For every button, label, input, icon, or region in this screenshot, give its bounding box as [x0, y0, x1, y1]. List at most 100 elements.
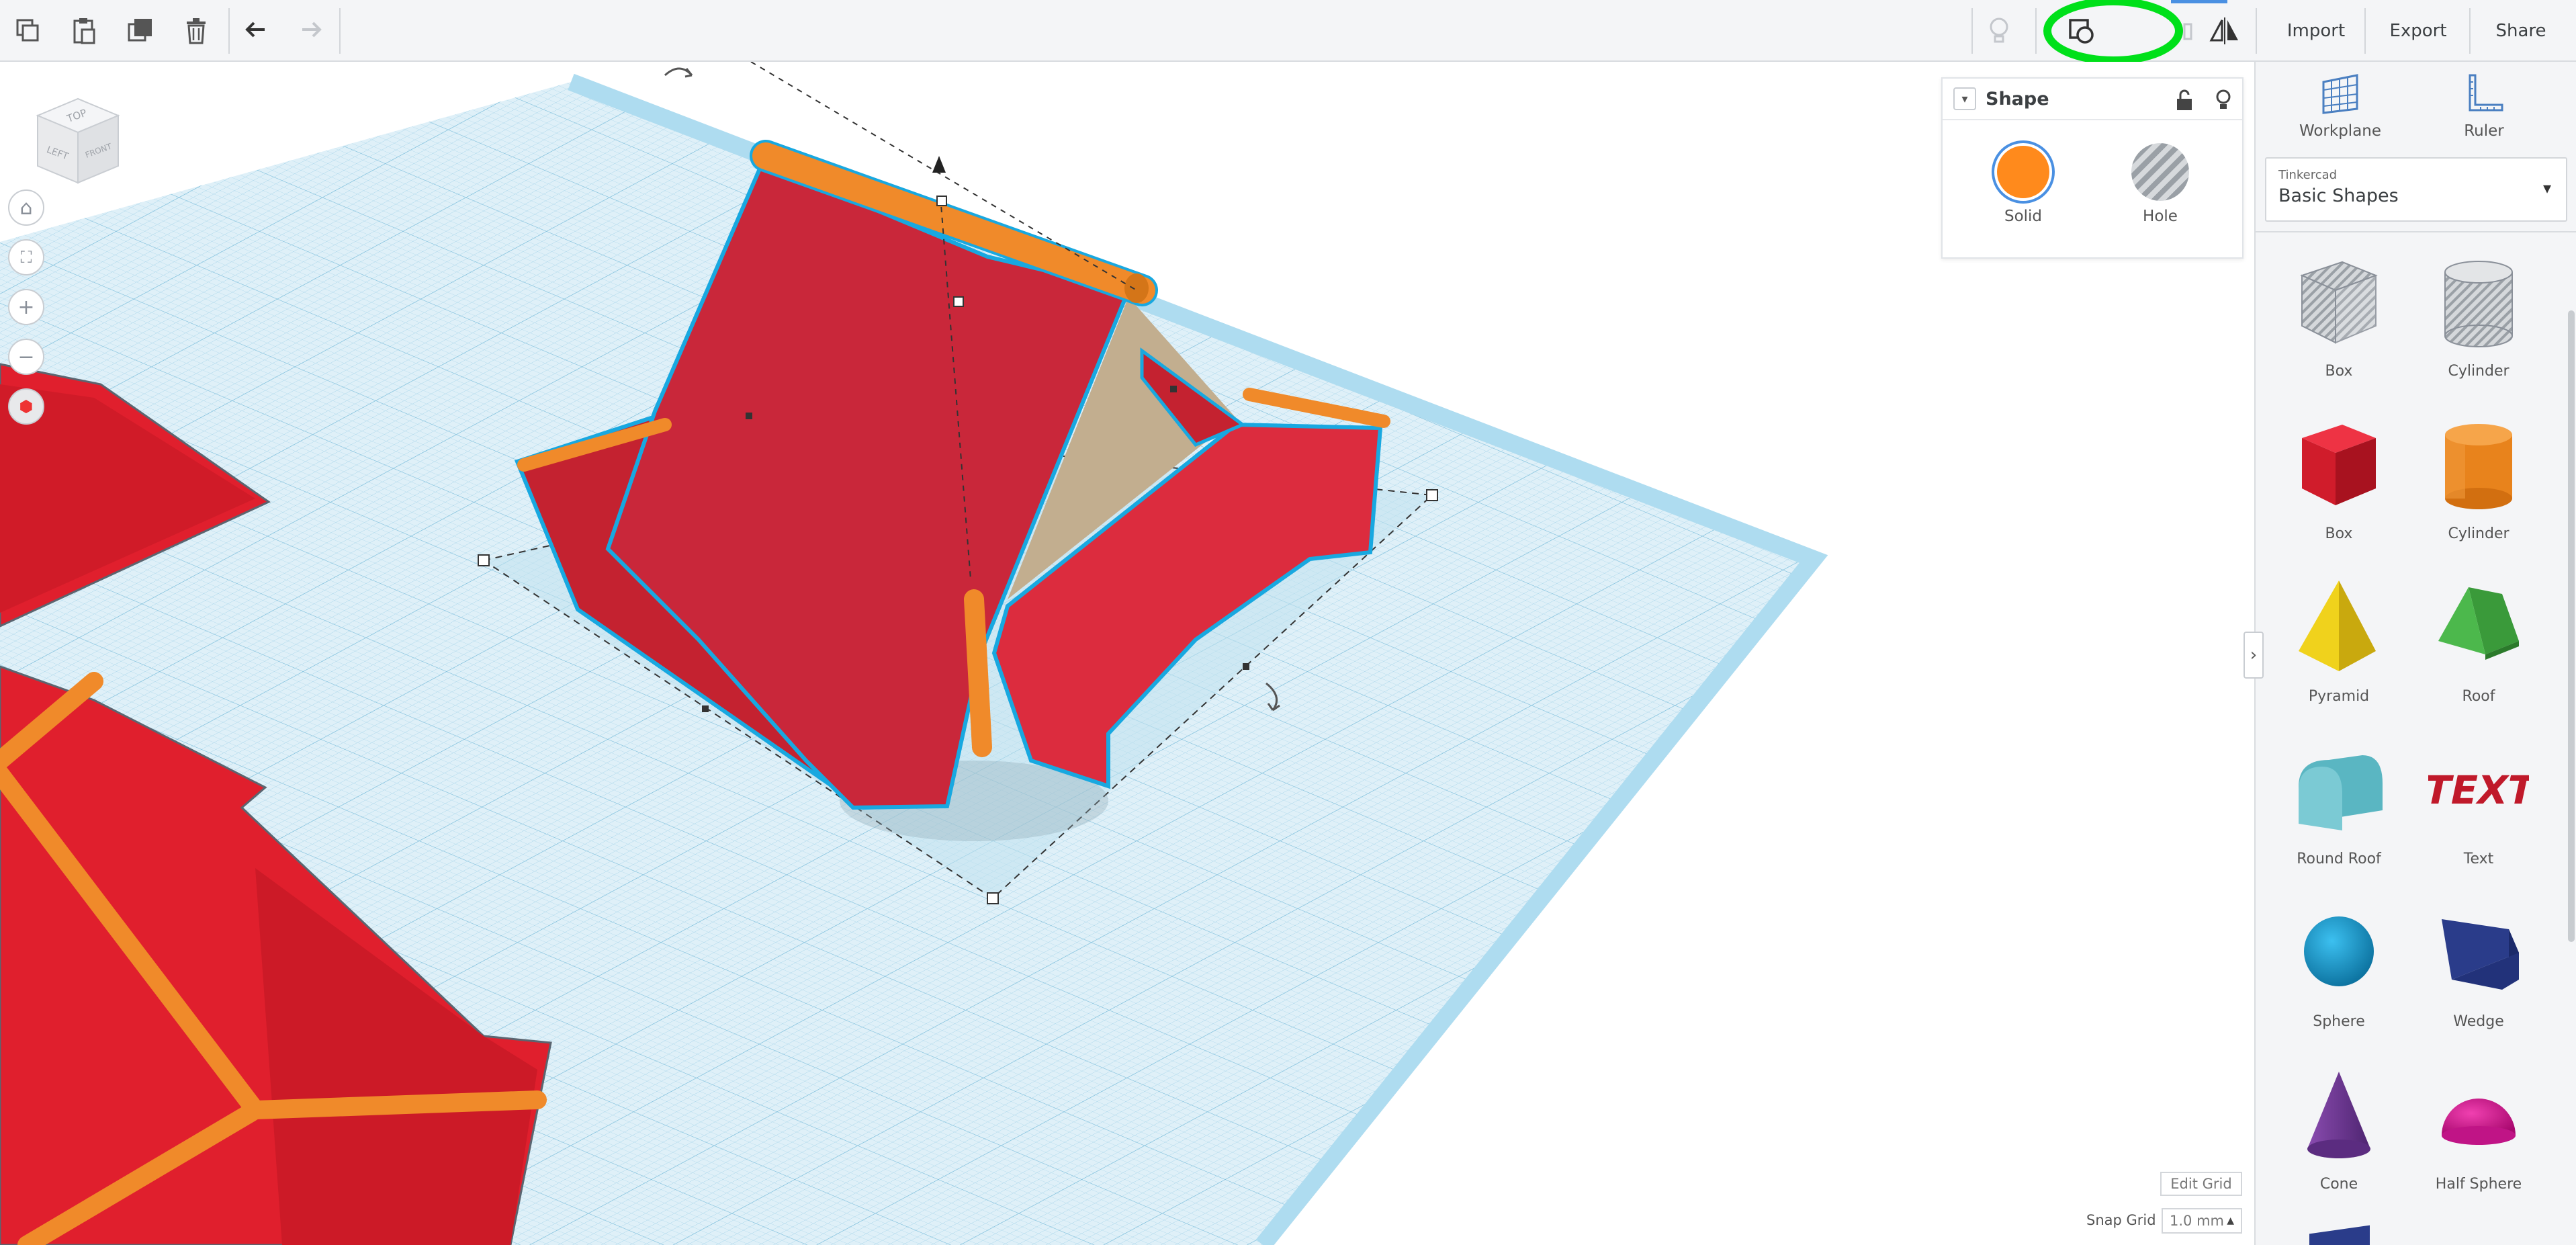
undo-button[interactable]: [236, 11, 277, 51]
home-view-button[interactable]: ⌂: [8, 189, 44, 226]
mirror-button[interactable]: [2205, 11, 2245, 51]
visibility-button[interactable]: [2210, 87, 2237, 114]
fit-view-button[interactable]: ⛶: [8, 239, 44, 275]
shape-label: Sphere: [2313, 1013, 2365, 1030]
hole-swatch[interactable]: [2131, 143, 2189, 201]
shape-label: Pyramid: [2308, 688, 2370, 705]
shape-label: Cylinder: [2448, 363, 2510, 380]
lightbulb-icon: [1990, 17, 2008, 43]
paste-icon: [73, 18, 95, 44]
ungroup-button[interactable]: [2183, 11, 2196, 51]
text-shape-icon: TEXT: [2419, 768, 2539, 813]
chevron-down-icon: ▾: [2542, 179, 2551, 198]
toolbar-divider: [2364, 8, 2366, 54]
minus-icon: −: [17, 345, 35, 369]
partial-shape-preview: [2309, 1225, 2370, 1245]
shape-pyramid[interactable]: Pyramid: [2272, 574, 2406, 728]
fit-icon: ⛶: [20, 248, 32, 267]
mirror-icon: [2209, 17, 2238, 44]
cylinder-icon: [2445, 424, 2512, 509]
toolbar-divider: [2469, 8, 2471, 54]
top-toolbar: Import Export Share: [0, 0, 2576, 65]
chevron-down-icon: ▾: [1961, 91, 1968, 106]
3d-viewport[interactable]: TOP LEFT FRONT ⌂ ⛶ + − ⬢: [0, 62, 2252, 1245]
toolbar-divider: [228, 8, 230, 54]
ungroup-icon: [2183, 23, 2192, 40]
library-dropdown[interactable]: Tinkercad Basic Shapes ▾: [2265, 157, 2567, 222]
perspective-cube-icon: ⬢: [19, 397, 34, 416]
hole-option[interactable]: Hole: [2113, 143, 2207, 225]
edit-grid-button[interactable]: Edit Grid: [2160, 1172, 2242, 1196]
shape-label: Box: [2325, 525, 2353, 542]
zoom-out-button[interactable]: −: [8, 339, 44, 375]
library-divider: [2256, 231, 2576, 232]
solid-swatch[interactable]: [1994, 143, 2052, 201]
pyramid-icon: [2299, 581, 2376, 671]
roof-icon: [2438, 587, 2519, 660]
shape-cylinder-hole[interactable]: Cylinder: [2411, 249, 2546, 403]
show-all-button[interactable]: [1979, 11, 2019, 51]
copy-button[interactable]: [8, 11, 48, 51]
box-hole-icon: [2300, 261, 2378, 344]
solid-label: Solid: [2004, 208, 2043, 225]
highlight-ellipse: [2043, 0, 2183, 65]
export-button[interactable]: Export: [2371, 12, 2465, 50]
ruler-tool[interactable]: Ruler: [2424, 70, 2544, 140]
shape-roof[interactable]: Roof: [2411, 574, 2546, 728]
shape-sphere[interactable]: Sphere: [2272, 899, 2406, 1054]
zoom-in-button[interactable]: +: [8, 289, 44, 325]
lightbulb-icon: [2216, 89, 2231, 109]
redo-button[interactable]: [290, 11, 330, 51]
unlock-icon: [2177, 89, 2192, 110]
shape-wedge[interactable]: Wedge: [2411, 899, 2546, 1054]
solid-option[interactable]: Solid: [1976, 143, 2070, 225]
shape-inspector-panel: ▾ Shape Solid Hole: [1941, 77, 2244, 259]
panel-toggle-button[interactable]: ›: [2244, 632, 2264, 679]
redo-icon: [302, 22, 322, 38]
shape-half-sphere[interactable]: Half Sphere: [2411, 1062, 2546, 1216]
shape-label: Half Sphere: [2435, 1176, 2522, 1193]
shape-label: Wedge: [2453, 1013, 2504, 1030]
toolbar-divider: [339, 8, 341, 54]
shape-cylinder[interactable]: Cylinder: [2411, 411, 2546, 566]
library-name: Basic Shapes: [2278, 185, 2399, 206]
undo-icon: [245, 22, 265, 38]
shape-box-hole[interactable]: Box: [2272, 249, 2406, 403]
shape-round-roof[interactable]: Round Roof: [2272, 736, 2406, 891]
view-cube[interactable]: TOP LEFT FRONT: [24, 89, 125, 189]
cylinder-hole-icon: [2444, 261, 2513, 347]
shape-grid: Box Cylinder Box Cylinder Pyramid Roof R…: [2256, 235, 2576, 1245]
shape-cone[interactable]: Cone: [2272, 1062, 2406, 1216]
sphere-icon: [2304, 916, 2374, 986]
shape-box[interactable]: Box: [2272, 411, 2406, 566]
toolbar-divider: [2256, 8, 2257, 54]
cone-icon: [2307, 1072, 2370, 1158]
svg-text:TEXT: TEXT: [2428, 768, 2529, 813]
box-icon: [2302, 425, 2376, 505]
shape-text[interactable]: TEXT Text: [2411, 736, 2546, 891]
home-icon: ⌂: [19, 196, 33, 220]
workplane-tool[interactable]: Workplane: [2280, 70, 2401, 140]
duplicate-button[interactable]: [121, 11, 161, 51]
library-scrollbar[interactable]: [2568, 310, 2575, 942]
hole-label: Hole: [2143, 208, 2178, 225]
delete-button[interactable]: [176, 11, 216, 51]
share-button[interactable]: Share: [2477, 12, 2565, 50]
import-button[interactable]: Import: [2269, 12, 2363, 50]
perspective-toggle-button[interactable]: ⬢: [8, 388, 44, 425]
snap-grid-select[interactable]: 1.0 mm ▲: [2162, 1208, 2242, 1234]
shape-label: Roof: [2462, 688, 2495, 705]
toolbar-divider: [1971, 8, 1973, 54]
collapse-panel-button[interactable]: ▾: [1953, 87, 1976, 110]
shape-panel-header: ▾ Shape: [1943, 79, 2242, 120]
half-sphere-icon: [2442, 1099, 2516, 1145]
snap-grid-value: 1.0 mm: [2170, 1213, 2224, 1229]
shape-label: Text: [2463, 851, 2494, 867]
snap-grid-label: Snap Grid: [2086, 1212, 2156, 1228]
scene-canvas[interactable]: [0, 62, 2252, 1245]
shape-library-panel: Workplane Ruler Tinkercad Basic Shapes ▾…: [2254, 62, 2576, 1245]
lock-button[interactable]: [2171, 87, 2198, 114]
shape-panel-title: Shape: [1986, 88, 2049, 110]
paste-button[interactable]: [64, 11, 105, 51]
trash-icon: [187, 18, 206, 44]
